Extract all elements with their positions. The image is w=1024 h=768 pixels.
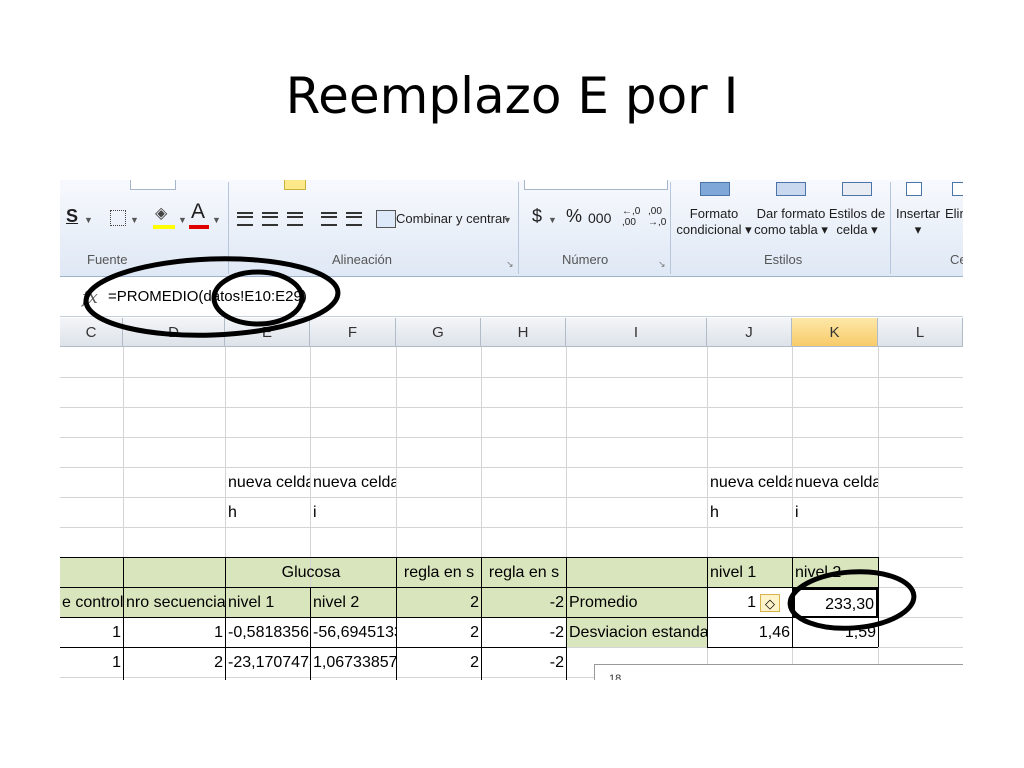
excel-screenshot: S ▼ ▼ ◈ ▼ A ▼ Fuente Combinar y centrar … xyxy=(60,180,963,680)
slide-title: Reemplazo E por I xyxy=(285,67,739,125)
range-annotation-ellipse xyxy=(211,269,305,327)
result-annotation-ellipse xyxy=(787,569,917,631)
annotation-layer xyxy=(83,256,917,631)
